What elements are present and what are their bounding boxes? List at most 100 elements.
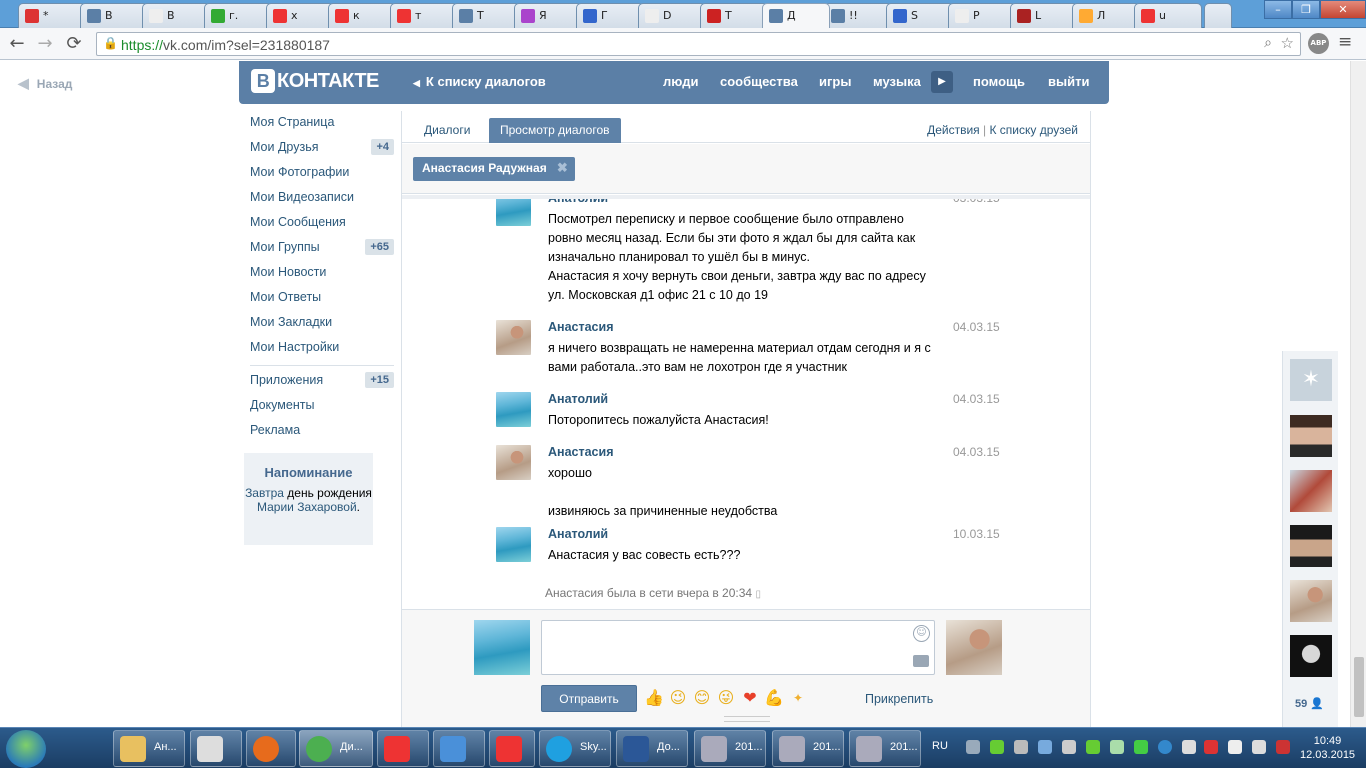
bookmark-star-icon[interactable]: ☆ bbox=[1281, 34, 1294, 52]
menu-item[interactable]: Мои Группы +65 bbox=[244, 236, 394, 261]
attach-link[interactable]: Прикрепить bbox=[865, 692, 933, 706]
tray-icon[interactable] bbox=[1204, 740, 1218, 754]
friend-avatar[interactable] bbox=[1290, 415, 1332, 457]
dog-icon[interactable]: ✶ bbox=[1290, 359, 1332, 401]
taskbar-item[interactable] bbox=[489, 730, 535, 767]
taskbar-item[interactable]: До... bbox=[616, 730, 688, 767]
message-avatar[interactable] bbox=[496, 199, 531, 226]
taskbar-item[interactable]: 201... bbox=[849, 730, 921, 767]
taskbar-item[interactable] bbox=[433, 730, 485, 767]
taskbar-item[interactable]: 201... bbox=[772, 730, 844, 767]
menu-item[interactable]: Моя Страница bbox=[244, 111, 394, 136]
menu-item[interactable]: Приложения +15 bbox=[244, 369, 394, 394]
reminder-tomorrow-link[interactable]: Завтра bbox=[245, 486, 284, 500]
friends-list-link[interactable]: К списку друзей bbox=[989, 123, 1078, 137]
language-indicator[interactable]: RU bbox=[932, 740, 948, 752]
message-author[interactable]: Анастасия bbox=[548, 320, 614, 334]
close-icon[interactable]: ✖ bbox=[557, 160, 568, 176]
reload-icon[interactable]: ⟳ bbox=[63, 33, 85, 55]
tray-icon[interactable] bbox=[966, 740, 980, 754]
message-author[interactable]: Анатолий bbox=[548, 199, 608, 205]
minimize-button[interactable]: – bbox=[1264, 0, 1292, 19]
message-author[interactable]: Анатолий bbox=[548, 392, 608, 406]
menu-item[interactable]: Мои Ответы bbox=[244, 286, 394, 311]
friend-avatar[interactable] bbox=[1290, 580, 1332, 622]
friend-avatar[interactable] bbox=[1290, 525, 1332, 567]
nav-help[interactable]: помощь bbox=[973, 74, 1025, 89]
address-bar[interactable]: 🔒 https://vk.com/im?sel=231880187 ⌕ ☆ bbox=[96, 32, 1301, 56]
nav-logout[interactable]: выйти bbox=[1048, 74, 1089, 89]
actions-link[interactable]: Действия bbox=[927, 123, 980, 137]
message-date[interactable]: 04.03.15 bbox=[953, 392, 1000, 406]
browser-tab[interactable]: г. bbox=[204, 3, 272, 28]
peer-avatar[interactable] bbox=[946, 620, 1002, 675]
browser-tab[interactable]: Д bbox=[762, 3, 830, 28]
menu-item[interactable]: Документы bbox=[244, 394, 394, 419]
menu-count-badge[interactable]: +65 bbox=[365, 239, 394, 255]
wink-emoji-icon[interactable]: 😉 bbox=[668, 688, 688, 708]
taskbar-item[interactable] bbox=[190, 730, 242, 767]
taskbar-item[interactable]: Sky... bbox=[539, 730, 611, 767]
more-emoji-icon[interactable]: ✦ bbox=[788, 688, 808, 708]
my-avatar[interactable] bbox=[474, 620, 530, 675]
tray-icon[interactable] bbox=[1134, 740, 1148, 754]
menu-item[interactable]: Мои Сообщения bbox=[244, 211, 394, 236]
menu-item[interactable]: Мои Друзья +4 bbox=[244, 136, 394, 161]
tray-icon[interactable] bbox=[1110, 740, 1124, 754]
taskbar-item[interactable]: 201... bbox=[694, 730, 766, 767]
reminder-person-link[interactable]: Марии Захаровой bbox=[257, 500, 357, 514]
dialogs-back-link[interactable]: ◀ К списку диалогов bbox=[413, 74, 546, 89]
send-button[interactable]: Отправить bbox=[541, 685, 637, 712]
browser-tab[interactable]: Т bbox=[700, 3, 768, 28]
browser-tab[interactable]: Л bbox=[1072, 3, 1140, 28]
smile-emoji-icon[interactable]: 😊 bbox=[692, 688, 712, 708]
clock[interactable]: 10:49 12.03.2015 bbox=[1300, 734, 1355, 762]
menu-item[interactable]: Мои Новости bbox=[244, 261, 394, 286]
message-avatar[interactable] bbox=[496, 527, 531, 562]
scroll-thumb[interactable] bbox=[1354, 657, 1364, 717]
browser-tab[interactable]: В bbox=[80, 3, 148, 28]
network-icon[interactable] bbox=[1252, 740, 1266, 754]
browser-tab[interactable]: D bbox=[638, 3, 706, 28]
tray-icon[interactable] bbox=[1038, 740, 1052, 754]
taskbar-item[interactable] bbox=[377, 730, 429, 767]
browser-tab[interactable]: * bbox=[18, 3, 86, 28]
muscle-emoji-icon[interactable]: 💪 bbox=[764, 688, 784, 708]
message-avatar[interactable] bbox=[496, 392, 531, 427]
thumbs-up-emoji-icon[interactable]: 👍 bbox=[644, 688, 664, 708]
menu-count-badge[interactable]: +15 bbox=[365, 372, 394, 388]
tray-icon[interactable] bbox=[1182, 740, 1196, 754]
vk-logo[interactable]: В КОНТАКТЕ bbox=[251, 69, 379, 93]
nav-music[interactable]: музыка bbox=[873, 74, 921, 89]
taskbar-item[interactable] bbox=[246, 730, 296, 767]
browser-tab[interactable]: Я bbox=[514, 3, 582, 28]
new-tab-button[interactable] bbox=[1204, 3, 1232, 28]
menu-item[interactable]: Мои Закладки bbox=[244, 311, 394, 336]
maximize-button[interactable]: ❐ bbox=[1292, 0, 1320, 19]
menu-item[interactable]: Мои Видеозаписи bbox=[244, 186, 394, 211]
tab-view-dialogs[interactable]: Просмотр диалогов bbox=[489, 118, 621, 143]
browser-tab[interactable]: Т bbox=[452, 3, 520, 28]
forward-arrow-icon[interactable]: → bbox=[34, 33, 56, 55]
camera-icon[interactable] bbox=[913, 655, 929, 667]
start-button[interactable] bbox=[6, 730, 46, 768]
tray-icon[interactable] bbox=[1062, 740, 1076, 754]
back-arrow-icon[interactable]: ← bbox=[6, 33, 28, 55]
adblock-icon[interactable]: ABP bbox=[1308, 33, 1329, 54]
menu-count-badge[interactable]: +4 bbox=[371, 139, 394, 155]
zoom-icon[interactable]: ⌕ bbox=[1264, 35, 1272, 51]
browser-tab[interactable]: т bbox=[390, 3, 458, 28]
message-date[interactable]: 03.03.15 bbox=[953, 199, 1000, 205]
friend-avatar[interactable] bbox=[1290, 470, 1332, 512]
menu-item[interactable]: Мои Фотографии bbox=[244, 161, 394, 186]
message-date[interactable]: 04.03.15 bbox=[953, 445, 1000, 459]
message-input[interactable]: ☺ bbox=[541, 620, 935, 675]
message-author[interactable]: Анатолий bbox=[548, 527, 608, 541]
volume-icon[interactable] bbox=[1228, 740, 1242, 754]
message-date[interactable]: 10.03.15 bbox=[953, 527, 1000, 541]
message-author[interactable]: Анастасия bbox=[548, 445, 614, 459]
tray-icon[interactable] bbox=[1158, 740, 1172, 754]
taskbar-item[interactable]: Ди... bbox=[299, 730, 373, 767]
browser-tab[interactable]: Р bbox=[948, 3, 1016, 28]
tray-icon[interactable] bbox=[1086, 740, 1100, 754]
